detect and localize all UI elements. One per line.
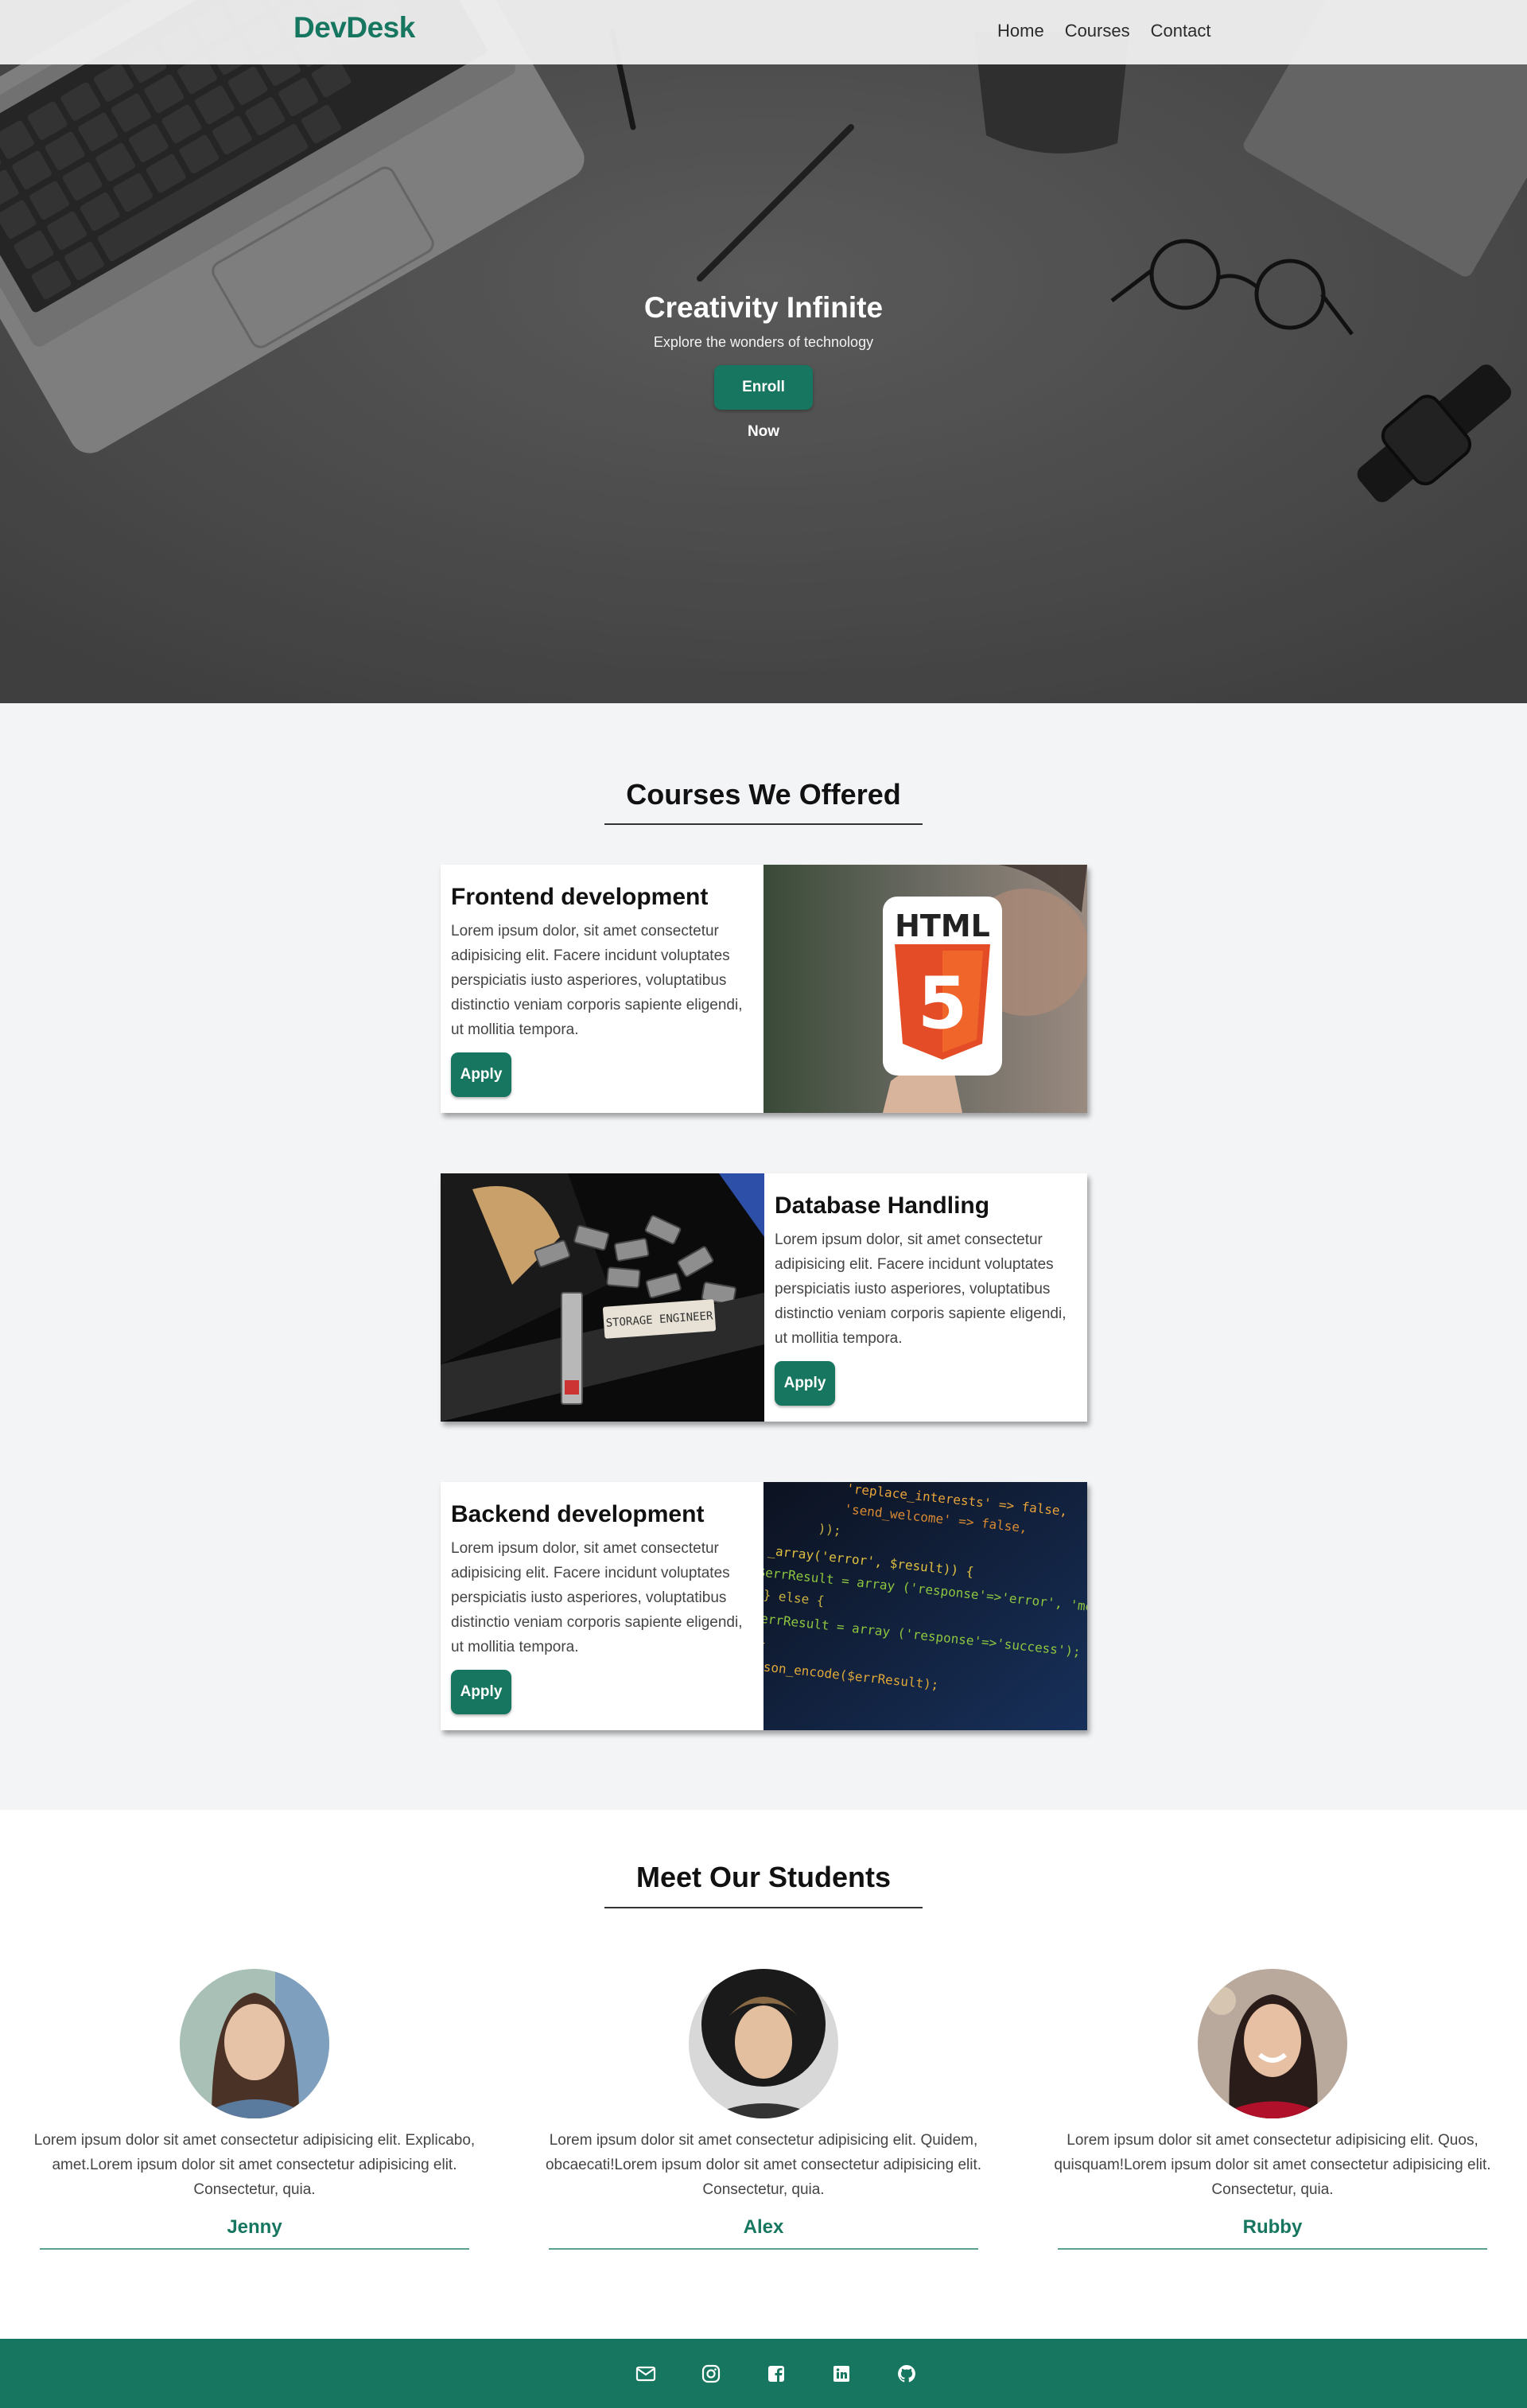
github-icon[interactable] bbox=[896, 2363, 917, 2384]
html5-badge-number: 5 bbox=[918, 962, 968, 1045]
students-heading: Meet Our Students bbox=[635, 1861, 892, 1893]
course-card-backend: Backend development Lorem ipsum dolor, s… bbox=[441, 1482, 1087, 1730]
courses-heading-rule bbox=[604, 823, 923, 825]
student-name: Jenny bbox=[227, 2216, 282, 2238]
courses-section: Courses We Offered Frontend development … bbox=[0, 703, 1527, 1810]
linkedin-icon[interactable] bbox=[831, 2363, 852, 2384]
apply-button[interactable]: Apply bbox=[775, 1361, 835, 1406]
course-card-database: STORAGE ENGINEER Database Handling Lorem… bbox=[441, 1173, 1087, 1422]
nav-link-courses[interactable]: Courses bbox=[1065, 21, 1130, 41]
avatar bbox=[180, 1969, 329, 2118]
student-card-rubby: Lorem ipsum dolor sit amet consectetur a… bbox=[1026, 1969, 1519, 2250]
student-card-alex: Lorem ipsum dolor sit amet consectetur a… bbox=[517, 1969, 1010, 2250]
hero-title: Creativity Infinite bbox=[643, 291, 884, 324]
nav-link-home[interactable]: Home bbox=[997, 21, 1044, 41]
code-line: )); bbox=[818, 1521, 842, 1539]
student-divider bbox=[1058, 2248, 1487, 2250]
student-quote: Lorem ipsum dolor sit amet consectetur a… bbox=[1054, 2132, 1491, 2198]
hero-content: Creativity Infinite Explore the wonders … bbox=[0, 291, 1527, 440]
nav-link-contact[interactable]: Contact bbox=[1151, 21, 1211, 41]
students-section: Meet Our Students Lorem ipsum dolor sit … bbox=[0, 1810, 1527, 2339]
avatar bbox=[689, 1969, 838, 2118]
footer bbox=[0, 2339, 1527, 2408]
student-quote: Lorem ipsum dolor sit amet consectetur a… bbox=[33, 2132, 476, 2198]
students-heading-rule bbox=[604, 1907, 923, 1908]
student-divider bbox=[549, 2248, 978, 2250]
course-text: Database Handling Lorem ipsum dolor, sit… bbox=[764, 1173, 1087, 1422]
apply-button[interactable]: Apply bbox=[451, 1670, 511, 1714]
navbar: DevDesk Home Courses Contact bbox=[0, 0, 1527, 64]
course-text: Frontend development Lorem ipsum dolor, … bbox=[441, 865, 764, 1113]
student-card-jenny: Lorem ipsum dolor sit amet consectetur a… bbox=[8, 1969, 501, 2250]
course-card-frontend: Frontend development Lorem ipsum dolor, … bbox=[441, 865, 1087, 1113]
html-sticker-text: HTML bbox=[895, 908, 990, 943]
instagram-icon[interactable] bbox=[701, 2363, 721, 2384]
facebook-icon[interactable] bbox=[766, 2363, 787, 2384]
course-description: Lorem ipsum dolor, sit amet consectetur … bbox=[775, 1231, 1067, 1347]
course-image-html5: HTML 5 bbox=[764, 865, 1087, 1113]
course-title: Database Handling bbox=[775, 1192, 990, 1219]
course-image-storage: STORAGE ENGINEER bbox=[441, 1173, 764, 1422]
course-title: Frontend development bbox=[451, 884, 709, 910]
avatar bbox=[1198, 1969, 1347, 2118]
courses-heading: Courses We Offered bbox=[626, 778, 901, 811]
nav-links: Home Courses Contact bbox=[997, 21, 1231, 41]
hero-subtitle: Explore the wonders of technology bbox=[653, 334, 874, 350]
student-name: Rubby bbox=[1242, 2216, 1303, 2238]
apply-button[interactable]: Apply bbox=[451, 1052, 511, 1097]
envelope-icon[interactable] bbox=[635, 2363, 656, 2384]
course-text: Backend development Lorem ipsum dolor, s… bbox=[441, 1482, 764, 1730]
student-quote: Lorem ipsum dolor sit amet consectetur a… bbox=[545, 2132, 982, 2198]
course-image-code: 'replace_interests' => false, 'send_welc… bbox=[764, 1482, 1087, 1730]
hero-section: Creativity Infinite Explore the wonders … bbox=[0, 0, 1527, 703]
brand-logo[interactable]: DevDesk bbox=[293, 11, 415, 45]
enroll-now-button[interactable]: Enroll Now bbox=[714, 365, 813, 440]
course-description: Lorem ipsum dolor, sit amet consectetur … bbox=[451, 923, 743, 1038]
course-title: Backend development bbox=[451, 1501, 705, 1527]
student-divider bbox=[40, 2248, 469, 2250]
student-name: Alex bbox=[743, 2216, 784, 2238]
course-description: Lorem ipsum dolor, sit amet consectetur … bbox=[451, 1540, 743, 1655]
